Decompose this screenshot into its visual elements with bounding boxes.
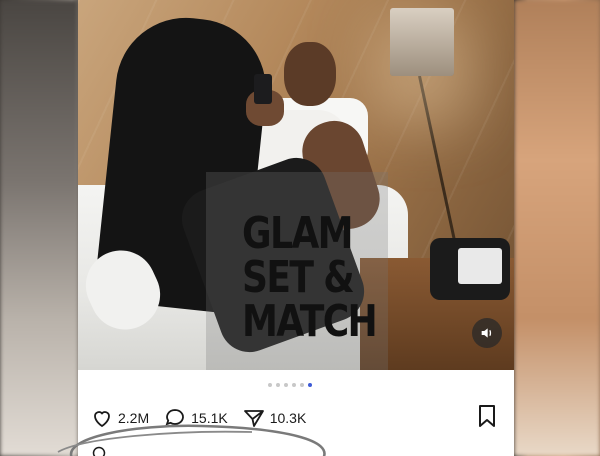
like-button[interactable]: 2.2M xyxy=(90,406,149,430)
caption-row xyxy=(92,444,502,456)
share-count: 10.3K xyxy=(269,410,307,426)
comment-count: 15.1K xyxy=(191,410,228,426)
blurred-background-left xyxy=(0,0,78,456)
comment-bubble-icon xyxy=(165,409,184,426)
carousel-dot xyxy=(276,383,280,387)
speaker-icon xyxy=(481,328,492,338)
watermark-line: MATCH xyxy=(242,296,378,347)
lamp-shade xyxy=(390,8,454,76)
carousel-dot xyxy=(268,383,272,387)
post-photo[interactable]: GLAM SET & MATCH xyxy=(78,0,514,370)
smartphone xyxy=(254,74,272,104)
heart-icon xyxy=(94,411,110,428)
telephone-keypad xyxy=(458,248,502,284)
sound-toggle-button[interactable] xyxy=(472,318,502,348)
blurred-background-right xyxy=(514,0,600,456)
social-post: GLAM SET & MATCH 2.2M 15.1K 10.3K xyxy=(78,0,514,456)
bookmark-button[interactable] xyxy=(476,404,498,431)
watermark-line: SET & xyxy=(242,252,355,303)
like-count: 2.2M xyxy=(118,410,150,426)
carousel-indicator xyxy=(268,383,312,387)
carousel-dot xyxy=(284,383,288,387)
carousel-dot xyxy=(292,383,296,387)
send-icon xyxy=(243,410,264,427)
screenshot-stage: GLAM SET & MATCH 2.2M 15.1K 10.3K xyxy=(0,0,600,456)
desk-telephone xyxy=(430,238,510,300)
carousel-dot xyxy=(300,383,304,387)
watermark-line: GLAM xyxy=(242,208,354,259)
carousel-dot xyxy=(308,383,312,387)
comment-button[interactable]: 15.1K xyxy=(163,406,228,430)
share-button[interactable]: 10.3K xyxy=(242,406,307,430)
post-actions-bar: 2.2M 15.1K 10.3K xyxy=(90,404,502,432)
watermark-logo: GLAM SET & MATCH xyxy=(242,208,378,347)
bookmark-icon xyxy=(479,405,495,427)
person-head xyxy=(284,42,336,106)
avatar-icon xyxy=(92,446,106,456)
